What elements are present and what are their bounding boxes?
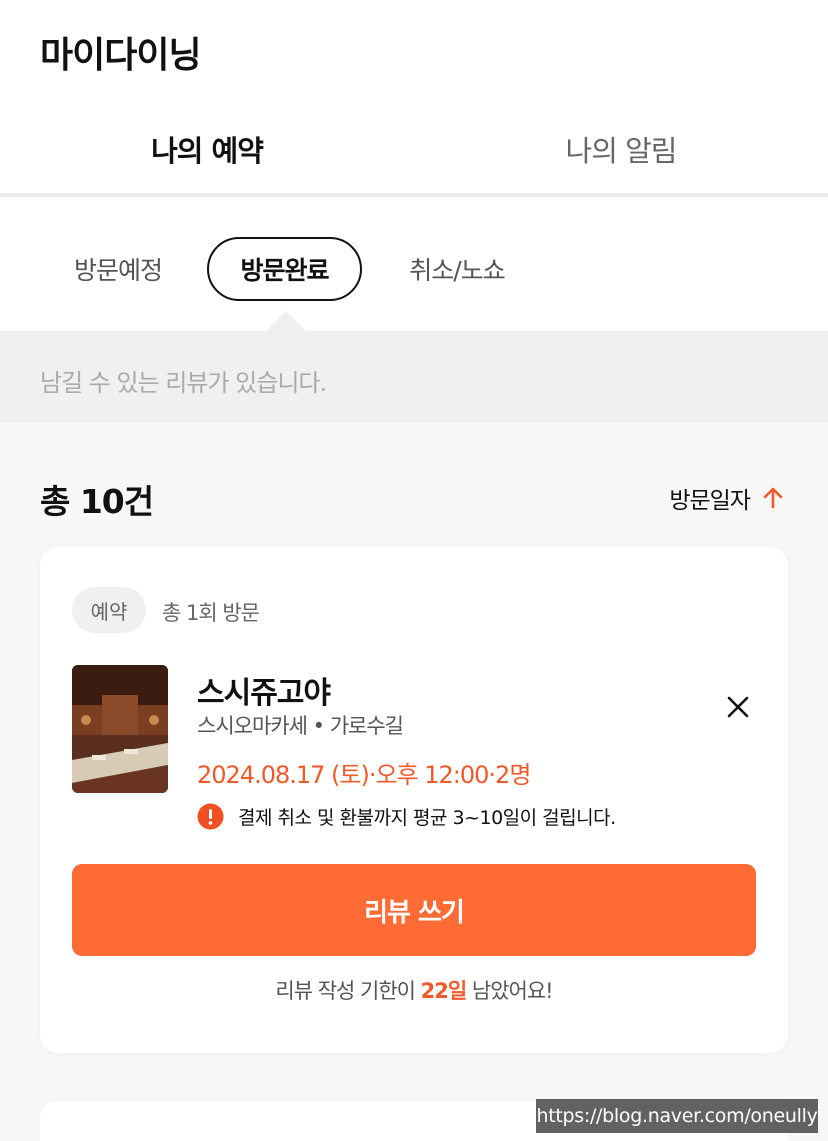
exclamation-circle-icon: [197, 803, 224, 830]
refund-info: 결제 취소 및 환불까지 평균 3~10일이 걸립니다.: [197, 803, 616, 830]
filter-pointer: [266, 311, 306, 331]
write-review-button[interactable]: 리뷰 쓰기: [72, 864, 756, 956]
tab-my-notifications[interactable]: 나의 알림: [414, 100, 828, 197]
tab-my-reservations[interactable]: 나의 예약: [0, 100, 414, 201]
deadline-prefix: 리뷰 작성 기한이: [275, 979, 421, 1003]
visit-count: 총 1회 방문: [162, 601, 260, 625]
blog-watermark: https://blog.naver.com/oneully: [536, 1099, 818, 1133]
restaurant-thumbnail[interactable]: [72, 665, 168, 793]
restaurant-category: 스시오마카세: [197, 714, 308, 738]
review-notice: 남길 수 있는 리뷰가 있습니다.: [0, 331, 828, 423]
sort-button[interactable]: 방문일자: [669, 481, 786, 515]
review-notice-text: 남길 수 있는 리뷰가 있습니다.: [40, 369, 327, 397]
status-filter: 방문예정 방문완료 취소/노쇼: [0, 197, 828, 331]
close-icon[interactable]: [722, 691, 754, 723]
page-header: 마이다이닝: [0, 0, 828, 100]
reservation-datetime: 2024.08.17 (토)·오후 12:00·2명: [197, 761, 531, 789]
arrow-up-icon: [763, 487, 783, 509]
restaurant-location: 가로수길: [329, 714, 404, 738]
reservation-list: 총 10건 방문일자 예약 총 1회 방문 스시쥬고야 스시오마카세 • 가로수…: [0, 423, 828, 1141]
reservation-badge: 예약: [72, 587, 146, 633]
refund-info-text: 결제 취소 및 환불까지 평균 3~10일이 걸립니다.: [238, 807, 616, 829]
reservation-count: 총 10건: [40, 482, 154, 521]
tab-bar: 나의 예약 나의 알림: [0, 100, 828, 201]
filter-cancelled-noshow[interactable]: 취소/노쇼: [392, 237, 522, 301]
sort-label: 방문일자: [669, 488, 751, 514]
reservation-card: 예약 총 1회 방문 스시쥬고야 스시오마카세 • 가로수길 2024.08.1…: [40, 547, 788, 1053]
page-title: 마이다이닝: [40, 35, 202, 76]
restaurant-meta: 스시오마카세 • 가로수길: [197, 710, 404, 740]
deadline-days: 22일: [420, 979, 468, 1003]
restaurant-name[interactable]: 스시쥬고야: [197, 668, 331, 712]
filter-upcoming[interactable]: 방문예정: [58, 237, 178, 301]
meta-separator: •: [312, 714, 325, 738]
restaurant-photo: [72, 665, 168, 793]
review-deadline: 리뷰 작성 기한이 22일 남았어요!: [40, 975, 788, 1005]
filter-visited[interactable]: 방문완료: [207, 237, 362, 301]
deadline-suffix: 남았어요!: [466, 979, 554, 1003]
